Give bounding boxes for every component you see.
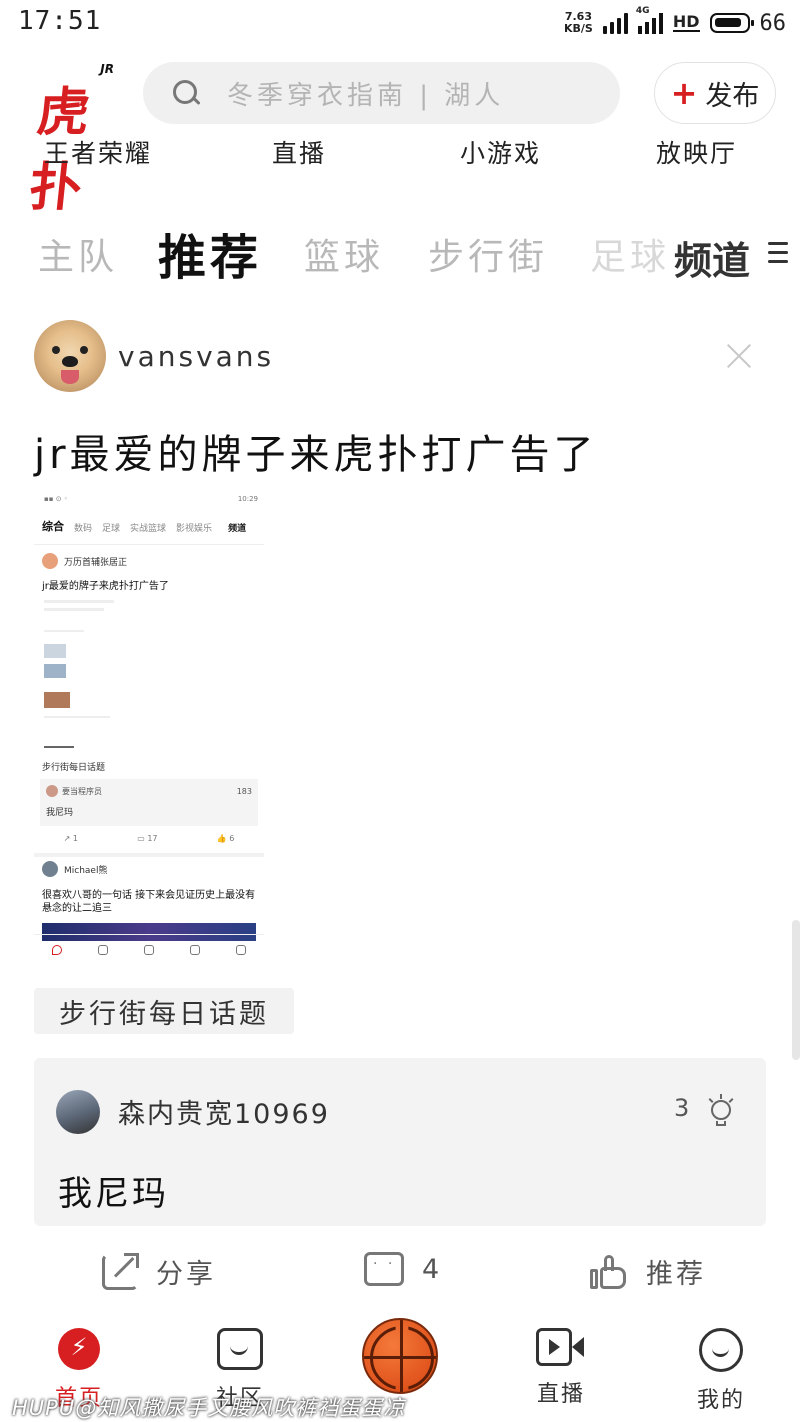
image-tab: 实战篮球 xyxy=(130,524,167,534)
battery-level: 66 xyxy=(759,10,787,36)
reply-text: 我尼玛 xyxy=(58,1174,169,1214)
quick-link-live[interactable]: 直播 xyxy=(272,134,326,170)
quick-link-honor-of-kings[interactable]: 王者荣耀 xyxy=(44,134,152,170)
image-share-count: 1 xyxy=(72,834,78,843)
quick-links: 王者荣耀 直播 小游戏 放映厅 xyxy=(0,134,800,170)
post-username[interactable]: vansvans xyxy=(118,340,274,373)
basketball-icon[interactable] xyxy=(362,1318,438,1394)
image-bottom-nav xyxy=(34,934,264,964)
image-tabs: 综合 数码 足球 实战篮球 影视娱乐 频道 xyxy=(34,510,264,534)
tab-football[interactable]: 足球 xyxy=(590,228,670,280)
nav-live-label: 直播 xyxy=(536,1382,585,1407)
reply-username[interactable]: 森内贵宽10969 xyxy=(118,1092,330,1131)
status-time: 17:51 xyxy=(18,6,102,36)
image-actions: ↗ 1 ▭ 17 👍 6 xyxy=(63,834,235,843)
image-post-user: 万历首辅张居正 xyxy=(34,549,264,573)
image-topic: 步行街每日话题 xyxy=(42,763,106,773)
nav-me-label: 我的 xyxy=(696,1388,745,1413)
image-status-time: 10:29 xyxy=(237,495,258,503)
thumbs-up-icon xyxy=(590,1253,628,1291)
image-post2-text: 很喜欢八哥的一句话 接下来会见证历史上最没有悬念的让二追三 xyxy=(42,890,256,914)
image-tab: 数码 xyxy=(74,524,93,534)
image-status-bar: ▪▪ ⊙ ◦ 10:29 xyxy=(34,490,264,510)
top-reply-card[interactable]: 森内贵宽10969 3 我尼玛 xyxy=(34,1058,766,1226)
share-button[interactable]: 分享 xyxy=(102,1252,216,1291)
image-nested-screenshot xyxy=(44,600,114,750)
scrollbar[interactable] xyxy=(792,920,800,1060)
hupu-logo[interactable]: JR 虎扑 xyxy=(26,62,120,218)
search-icon xyxy=(171,78,201,108)
comment-button[interactable]: 4 xyxy=(364,1252,442,1286)
plus-icon: + xyxy=(670,74,698,112)
close-icon[interactable] xyxy=(722,340,756,374)
nav-me[interactable]: 我的 xyxy=(676,1328,766,1414)
tab-home-team[interactable]: 主队 xyxy=(38,228,118,280)
channel-tabs: 主队 推荐 篮球 步行街 足球 频道 xyxy=(0,218,800,288)
image-reply: 要当程序员 183 我尼玛 xyxy=(40,779,258,826)
image-tab: 影视娱乐 xyxy=(176,524,213,534)
tab-pedestrian-street[interactable]: 步行街 xyxy=(428,228,548,280)
share-label: 分享 xyxy=(156,1259,216,1290)
tab-basketball[interactable]: 篮球 xyxy=(304,228,384,280)
signal-icon xyxy=(602,12,628,34)
search-placeholder: 冬季穿衣指南 | 湖人 xyxy=(227,80,505,111)
avatar[interactable] xyxy=(34,320,106,392)
quick-link-mini-games[interactable]: 小游戏 xyxy=(460,134,541,170)
menu-icon[interactable] xyxy=(768,242,788,264)
image-post2-user: Michael熊 xyxy=(64,865,108,876)
profile-icon xyxy=(699,1328,743,1372)
publish-button[interactable]: + 发布 xyxy=(654,62,776,124)
image-second-post: Michael熊 很喜欢八哥的一句话 接下来会见证历史上最没有悬念的让二追三 xyxy=(34,853,264,941)
network-speed-unit: KB/S xyxy=(563,22,593,35)
network-speed: 7.63 KB/S xyxy=(564,11,593,35)
image-post-title: jr最爱的牌子来虎扑打广告了 xyxy=(42,581,169,592)
channel-button[interactable]: 频道 xyxy=(674,230,750,285)
signal-4g-icon: 4G xyxy=(636,6,663,34)
image-tab: 足球 xyxy=(102,524,121,534)
image-username: 万历首辅张居正 xyxy=(64,557,128,568)
recommend-button[interactable]: 推荐 xyxy=(590,1252,706,1291)
status-bar: 17:51 7.63 KB/S 4G HD 66 xyxy=(0,0,800,46)
comment-icon xyxy=(364,1252,404,1286)
home-icon xyxy=(58,1328,100,1370)
recommend-label: 推荐 xyxy=(646,1259,706,1290)
watermark: HUPU@知风撒尿手又腰风吹裤裆蛋蛋凉 xyxy=(12,1396,406,1420)
battery-icon xyxy=(709,13,754,33)
nav-live[interactable]: 直播 xyxy=(516,1328,606,1408)
image-comment-count: 17 xyxy=(147,834,158,843)
quick-link-theater[interactable]: 放映厅 xyxy=(656,134,737,170)
comment-count: 4 xyxy=(422,1253,443,1285)
image-tab: 综合 xyxy=(42,520,64,533)
image-reply-user: 要当程序员 xyxy=(62,786,102,796)
hd-icon: HD xyxy=(672,12,700,32)
post-actions: 分享 4 推荐 xyxy=(0,1248,800,1304)
image-like-count: 6 xyxy=(229,834,235,843)
post-title[interactable]: jr最爱的牌子来虎扑打广告了 xyxy=(34,422,598,480)
search-input[interactable]: 冬季穿衣指南 | 湖人 xyxy=(143,62,620,124)
light-count: 3 xyxy=(674,1094,690,1122)
status-icons: 7.63 KB/S 4G HD 66 xyxy=(564,6,787,38)
reply-avatar[interactable] xyxy=(56,1090,100,1134)
image-reply-text: 我尼玛 xyxy=(46,808,74,818)
video-icon xyxy=(536,1328,586,1366)
image-channel: 频道 xyxy=(228,524,247,534)
share-icon xyxy=(102,1252,139,1290)
post-image[interactable]: ▪▪ ⊙ ◦ 10:29 综合 数码 足球 实战篮球 影视娱乐 频道 万历首辅张… xyxy=(34,490,264,964)
image-reply-count: 183 xyxy=(236,786,252,796)
topic-tag[interactable]: 步行街每日话题 xyxy=(34,988,294,1034)
publish-label: 发布 xyxy=(705,80,760,112)
community-icon xyxy=(217,1328,263,1370)
tab-recommend[interactable]: 推荐 xyxy=(158,218,262,288)
network-tag: 4G xyxy=(635,6,650,16)
lightbulb-icon[interactable] xyxy=(708,1094,734,1128)
